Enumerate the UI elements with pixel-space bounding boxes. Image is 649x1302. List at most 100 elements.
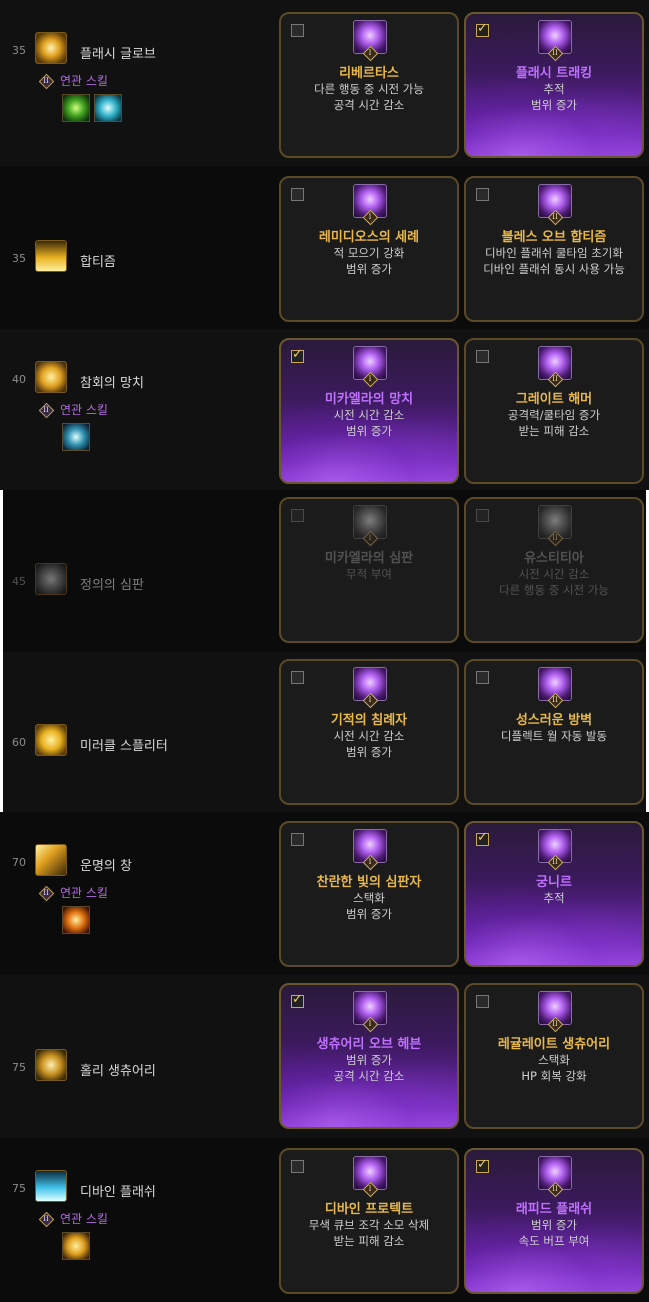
tripod-effect-line: 시전 시간 감소 (333, 408, 405, 422)
related-skill-label: II 연관 스킬 (40, 884, 108, 901)
cyan-emblem-icon[interactable] (62, 423, 90, 451)
skill-name: 디바인 플래쉬 (80, 1185, 156, 1200)
tripod-effect-line: 범위 증가 (346, 907, 392, 921)
baptism-light-icon[interactable] (35, 239, 67, 272)
tripod-card[interactable]: I 생츄어리 오브 헤븐범위 증가공격 시간 감소 (279, 983, 459, 1129)
tripod-checkbox[interactable] (291, 347, 304, 363)
tripod-effect-line: 디바인 플래쉬 동시 사용 가능 (483, 262, 625, 276)
tripod-card[interactable]: II 래피드 플래쉬범위 증가속도 버프 부여 (464, 1148, 644, 1294)
tripod-checkbox[interactable] (476, 509, 489, 522)
tripod-effect-line: 공격 시간 감소 (333, 98, 405, 112)
tier-ii-badge-icon: II (548, 46, 562, 60)
tier-ii-badge-icon: II (40, 75, 52, 87)
tier-i-badge-icon: I (363, 693, 377, 707)
tripod-effect-line: 다른 행동 중 시전 가능 (499, 583, 609, 597)
tier-i-badge-icon: I (363, 46, 377, 60)
tripod-checkbox[interactable] (291, 188, 304, 201)
tripod-checkbox[interactable] (291, 992, 304, 1008)
tripod-checkbox[interactable] (476, 350, 489, 363)
tripod-effect-line: HP 회복 강화 (521, 1069, 587, 1083)
tier-i-badge-icon: I (363, 1017, 377, 1031)
skill-name: 플래시 글로브 (80, 47, 156, 62)
related-skill-icons (62, 94, 122, 122)
tripod-card[interactable]: I 찬란한 빛의 심판자 스택화 범위 증가 (279, 821, 459, 967)
tripod-description: 추적 범위 증가 (466, 81, 642, 113)
tripod-checkbox[interactable] (291, 509, 304, 522)
sanctuary-icon[interactable] (35, 1048, 67, 1081)
tier-ii-badge-icon: II (548, 531, 562, 545)
tripod-effect-line: 범위 증가 (531, 1218, 577, 1232)
skill-level: 35 (12, 44, 26, 57)
tripod-effect-line: 공격력/쿨타임 증가 (507, 408, 601, 422)
skill-name: 참회의 망치 (80, 376, 144, 391)
tripod-effect-line: 스택화 (353, 891, 385, 905)
tripod-title: 디바인 프로텍트 (324, 1202, 414, 1217)
golden-wing-icon[interactable] (62, 1232, 90, 1260)
tripod-effect-line: 적 모으기 강화 (333, 246, 405, 260)
tripod-title: 성스러운 방벽 (515, 713, 593, 728)
tripod-checkbox[interactable] (476, 21, 489, 37)
hammer-icon[interactable] (35, 361, 67, 393)
tripod-title: 유스티티아 (524, 551, 584, 566)
tripod-description: 디플렉트 월 자동 발동 (466, 728, 642, 744)
tripod-description: 스택화범위 증가 (281, 890, 457, 922)
tripod-checkbox[interactable] (476, 830, 489, 846)
spear-icon[interactable] (35, 844, 67, 876)
tripod-card[interactable]: I 디바인 프로텍트 무색 큐브 조각 소모 삭제 받는 피해 감소 (279, 1148, 459, 1294)
tripod-title: 궁니르 (536, 875, 572, 890)
tripod-description: 적 모으기 강화 범위 증가 (281, 245, 457, 277)
tripod-checkbox[interactable] (291, 24, 304, 37)
skill-name: 운명의 창 (80, 859, 132, 874)
tripod-description: 스택화 HP 회복 강화 (466, 1052, 642, 1084)
green-burst-icon[interactable] (62, 94, 90, 122)
tier-ii-badge-icon: II (548, 693, 562, 707)
tripod-effect-line: 추적 (543, 82, 565, 96)
tripod-card[interactable]: II 레귤레이트 생츄어리 스택화 HP 회복 강화 (464, 983, 644, 1129)
tripod-checkbox[interactable] (476, 671, 489, 684)
tripod-title: 리베르타스 (339, 66, 399, 81)
tripod-title: 찬란한 빛의 심판자 (316, 875, 422, 890)
tripod-effect-line: 받는 피해 감소 (518, 424, 590, 438)
tripod-card[interactable]: II 블레스 오브 합티즘 디바인 플래쉬 쿨타임 초기화 디바인 플래쉬 동시 사용… (464, 176, 644, 322)
tripod-card[interactable]: II 유스티티아 시전 시간 감소 다른 행동 중 시전 가능 (464, 497, 644, 643)
tier-ii-badge-icon: II (548, 1182, 562, 1196)
tripod-checkbox[interactable] (476, 995, 489, 1008)
tripod-title: 생츄어리 오브 헤븐 (316, 1037, 422, 1052)
tier-ii-badge-icon: II (548, 855, 562, 869)
tripod-card[interactable]: II 플래시 트래킹추적범위 증가 (464, 12, 644, 158)
tripod-card[interactable]: II 그레이트 해머 공격력/쿨타임 증가 받는 피해 감소 (464, 338, 644, 484)
tripod-card[interactable]: I 레미디오스의 세례 적 모으기 강화 범위 증가 (279, 176, 459, 322)
tripod-description: 범위 증가 공격 시간 감소 (281, 1052, 457, 1084)
miracle-splitter-icon[interactable] (35, 724, 67, 756)
tier-i-badge-icon: I (363, 1182, 377, 1196)
tripod-card[interactable]: I 미카엘라의 망치시전 시간 감소범위 증가 (279, 338, 459, 484)
related-skill-icons (62, 423, 90, 451)
tripod-card[interactable]: II 궁니르추적 (464, 821, 644, 967)
divine-flash-icon[interactable] (35, 1170, 67, 1202)
tripod-checkbox[interactable] (291, 671, 304, 684)
tripod-card[interactable]: I 기적의 침례자 시전 시간 감소 범위 증가 (279, 659, 459, 805)
tripod-checkbox[interactable] (291, 1160, 304, 1173)
skill-level: 35 (12, 251, 26, 265)
tripod-checkbox[interactable] (291, 833, 304, 846)
skill-level: 60 (12, 736, 26, 749)
tripod-checkbox[interactable] (476, 188, 489, 201)
tripod-card[interactable]: I 미카엘라의 심판 무적 부여 (279, 497, 459, 643)
tripod-description: 범위 증가 속도 버프 부여 (466, 1217, 642, 1249)
tier-ii-badge-icon: II (40, 404, 52, 416)
cyan-swirl-icon[interactable] (94, 94, 122, 122)
skill-name: 정의의 심판 (80, 578, 144, 593)
tripod-card[interactable]: I 리베르타스 다른 행동 중 시전 가능 공격 시간 감소 (279, 12, 459, 158)
tier-ii-badge-icon: II (548, 372, 562, 386)
tripod-title: 미카엘라의 심판 (324, 551, 414, 566)
tripod-description: 무적 부여 (281, 566, 457, 582)
tripod-checkbox[interactable] (476, 1157, 489, 1173)
fire-burst-icon[interactable] (62, 906, 90, 934)
image-edge (0, 490, 3, 812)
judgement-icon[interactable] (35, 563, 67, 595)
flash-globe-icon[interactable] (35, 32, 67, 64)
related-skill-text: 연관 스킬 (60, 403, 108, 417)
tripod-card[interactable]: II 성스러운 방벽 디플렉트 월 자동 발동 (464, 659, 644, 805)
tripod-description: 다른 행동 중 시전 가능 공격 시간 감소 (281, 81, 457, 113)
tripod-description: 시전 시간 감소 범위 증가 (281, 728, 457, 760)
